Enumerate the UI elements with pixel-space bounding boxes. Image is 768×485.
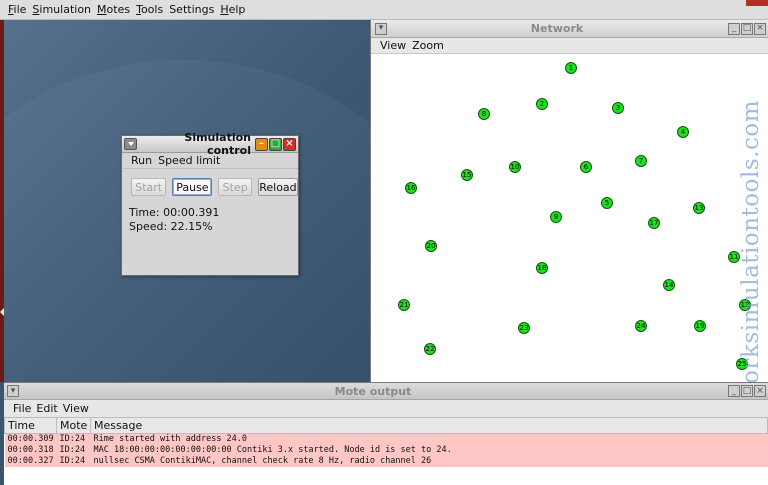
cell-message: MAC 18:00:00:00:00:00:00:00 Contiki 3.x … <box>90 444 768 456</box>
column-header-message[interactable]: Message <box>90 417 768 434</box>
mote-node[interactable]: 8 <box>478 108 490 120</box>
mote-node[interactable]: 24 <box>635 320 647 332</box>
mote-node[interactable]: 17 <box>648 217 660 229</box>
mote-node[interactable]: 1 <box>565 62 577 74</box>
maximize-button[interactable]: □ <box>741 22 753 35</box>
mote-node[interactable]: 23 <box>518 322 530 334</box>
menu-run[interactable]: Run <box>131 154 152 167</box>
mote-node[interactable]: 14 <box>663 279 675 291</box>
start-button[interactable]: Start <box>131 178 167 196</box>
pause-button[interactable]: Pause <box>172 178 213 196</box>
mote-node[interactable]: 21 <box>398 299 410 311</box>
mote-node[interactable]: 2 <box>536 98 548 110</box>
column-header-mote[interactable]: Mote <box>56 417 91 434</box>
minimize-button[interactable]: – <box>255 137 268 151</box>
menu-tools-label: ools <box>140 3 164 16</box>
mote-node[interactable]: 18 <box>536 262 548 274</box>
network-menubar: View Zoom <box>371 38 768 54</box>
mote-node[interactable]: 19 <box>694 320 706 332</box>
menu-motes-mnemonic: M <box>97 3 107 16</box>
cell-message: nullsec CSMA ContikiMAC, channel check r… <box>90 455 768 467</box>
mote-output-title: Mote output <box>334 384 412 398</box>
mote-node[interactable]: 4 <box>677 126 689 138</box>
table-row[interactable]: 00:00.318 ID:24 MAC 18:00:00:00:00:00:00… <box>4 444 768 456</box>
menu-view[interactable]: View <box>380 39 406 52</box>
simulation-control-menubar: Run Speed limit <box>122 153 298 169</box>
menu-settings-label: Settings <box>169 3 215 16</box>
network-window: ▾ Network _ □ × View Zoom 1 2 3 4 5 6 7 8 9 10 11 1… <box>370 20 768 443</box>
menu-speed-limit[interactable]: Speed limit <box>158 154 220 167</box>
menu-help[interactable]: Help <box>220 3 245 16</box>
window-menu-button[interactable]: ▾ <box>7 385 19 397</box>
close-button[interactable]: × <box>754 385 766 397</box>
menu-file[interactable]: File <box>8 3 26 16</box>
window-menu-button[interactable] <box>124 138 137 150</box>
menu-tools[interactable]: Tools <box>136 3 163 16</box>
menu-motes-label: otes <box>106 3 131 16</box>
maximize-button[interactable]: □ <box>741 385 753 397</box>
cell-mote: ID:24 <box>56 455 91 467</box>
mote-node[interactable]: 3 <box>612 102 624 114</box>
reload-button[interactable]: Reload <box>257 178 298 196</box>
network-title: Network <box>530 22 584 35</box>
cell-time: 00:00.309 <box>4 433 57 445</box>
menu-view[interactable]: View <box>63 402 89 415</box>
menu-help-mnemonic: H <box>220 3 229 16</box>
network-canvas[interactable]: 1 2 3 4 5 6 7 8 9 10 11 12 13 14 15 16 17 18 19 20 21 22 23 24 2… <box>373 55 766 380</box>
table-row[interactable]: 00:00.309 ID:24 Rime started with addres… <box>4 433 768 445</box>
mote-node[interactable]: 15 <box>461 169 473 181</box>
mote-output-menubar: File Edit View <box>4 400 768 417</box>
step-button[interactable]: Step <box>218 178 252 196</box>
simulation-control-titlebar[interactable]: Simulation control – □ × <box>122 131 298 157</box>
mote-node[interactable]: 13 <box>693 202 705 214</box>
cell-message: Rime started with address 24.0 <box>90 433 768 445</box>
mote-node[interactable]: 20 <box>425 240 437 252</box>
network-titlebar[interactable]: ▾ Network _ □ × <box>371 20 768 38</box>
mote-node[interactable]: 10 <box>509 161 521 173</box>
menu-zoom[interactable]: Zoom <box>412 39 444 52</box>
maximize-button[interactable]: □ <box>269 137 282 151</box>
menu-simulation-label: imulation <box>39 3 92 16</box>
simulation-buttons: Start Pause Step Reload <box>122 178 298 196</box>
mote-output-titlebar[interactable]: ▾ Mote output _ □ × <box>4 383 768 400</box>
simulation-time: Time: 00:00.391 <box>129 206 220 219</box>
cell-time: 00:00.327 <box>4 455 57 467</box>
mote-node[interactable]: 16 <box>405 182 417 194</box>
close-button[interactable]: × <box>283 137 296 151</box>
menu-help-label: elp <box>228 3 246 16</box>
mote-node[interactable]: 6 <box>580 161 592 173</box>
close-button[interactable]: × <box>754 22 766 35</box>
mote-node[interactable]: 7 <box>635 155 647 167</box>
main-menubar: File Simulation Motes Tools Settings Hel… <box>0 0 768 20</box>
column-header-time[interactable]: Time <box>4 417 57 434</box>
mote-node[interactable]: 9 <box>550 211 562 223</box>
cell-time: 00:00.318 <box>4 444 57 456</box>
mote-node[interactable]: 22 <box>424 343 436 355</box>
mote-output-window: ▾ Mote output _ □ × File Edit View Time … <box>4 382 768 485</box>
minimize-button[interactable]: _ <box>728 22 740 35</box>
menu-edit[interactable]: Edit <box>36 402 57 415</box>
mote-output-table: Time Mote Message 00:00.309 ID:24 Rime s… <box>4 417 768 467</box>
table-row[interactable]: 00:00.327 ID:24 nullsec CSMA ContikiMAC,… <box>4 455 768 467</box>
table-header-row: Time Mote Message <box>4 417 768 434</box>
menu-settings[interactable]: Settings <box>169 3 214 16</box>
menu-simulation[interactable]: Simulation <box>32 3 91 16</box>
simulation-speed: Speed: 22.15% <box>129 220 213 233</box>
cell-mote: ID:24 <box>56 433 91 445</box>
menu-file-label: ile <box>13 3 27 16</box>
mote-node[interactable]: 5 <box>601 197 613 209</box>
simulation-status: Time: 00:00.391 Speed: 22.15% <box>122 206 298 234</box>
menu-file[interactable]: File <box>13 402 31 415</box>
window-menu-button[interactable]: ▾ <box>375 22 387 35</box>
window-corner-decoration <box>746 0 768 6</box>
menu-motes[interactable]: Motes <box>97 3 130 16</box>
minimize-button[interactable]: _ <box>728 385 740 397</box>
simulation-control-window: Simulation control – □ × Run Speed limit… <box>121 131 299 276</box>
cell-mote: ID:24 <box>56 444 91 456</box>
triangle-down-icon <box>127 142 134 146</box>
